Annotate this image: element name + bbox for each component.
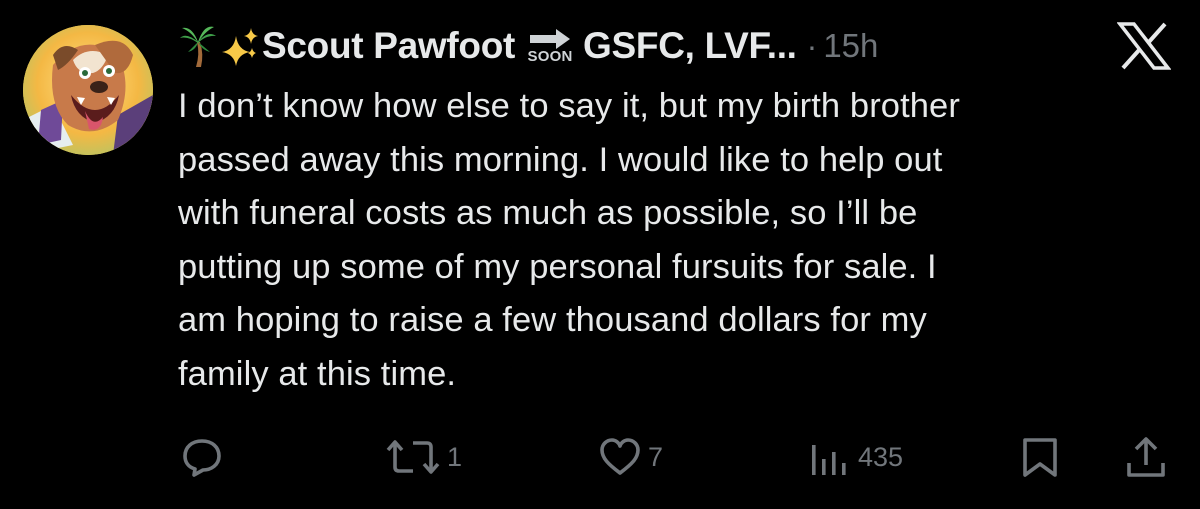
bookmark-button[interactable] [1018, 434, 1062, 480]
like-button[interactable]: 7 [598, 434, 663, 480]
avatar-image [23, 25, 153, 155]
tweet-text: I don’t know how else to say it, but my … [178, 87, 960, 393]
bookmark-icon [1023, 438, 1057, 477]
views-icon [812, 445, 846, 475]
repost-icon [386, 440, 440, 474]
timestamp[interactable]: 15h [823, 27, 878, 65]
views-count: 435 [858, 441, 904, 472]
soon-arrow-icon: SOON [523, 21, 577, 71]
repost-button[interactable]: 1 [385, 434, 462, 480]
like-count: 7 [648, 441, 664, 472]
tweet-header: Scout Pawfoot SOON GSFC, LVF... · 15h [178, 18, 878, 74]
sparkles-icon [220, 24, 260, 68]
soon-label: SOON [527, 47, 573, 65]
repost-count: 1 [447, 441, 463, 472]
palm-tree-icon [178, 24, 218, 68]
views-button[interactable]: 435 [808, 434, 903, 480]
reply-icon [183, 439, 221, 477]
avatar[interactable] [23, 25, 153, 155]
x-logo-icon[interactable] [1116, 22, 1172, 70]
share-button[interactable] [1124, 434, 1168, 480]
display-name[interactable]: Scout Pawfoot [262, 25, 515, 67]
reply-button[interactable] [180, 434, 224, 480]
separator-dot: · [806, 27, 818, 64]
share-icon [1127, 437, 1165, 477]
heart-icon [600, 438, 640, 475]
tweet: Scout Pawfoot SOON GSFC, LVF... · 15h I … [0, 0, 1200, 509]
display-name-suffix[interactable]: GSFC, LVF... [583, 25, 797, 67]
